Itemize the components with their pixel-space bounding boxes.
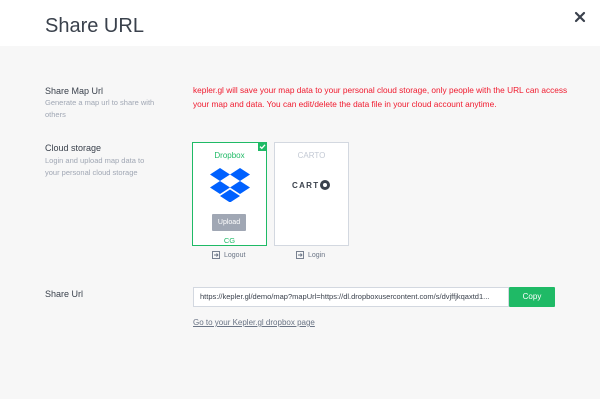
checkmark-icon: [258, 142, 267, 151]
privacy-warning: kepler.gl will save your map data to you…: [193, 85, 568, 109]
logout-icon: [212, 251, 220, 260]
login-icon: [296, 251, 304, 260]
close-icon[interactable]: [573, 10, 587, 24]
carto-logo-text: CART: [292, 181, 320, 190]
logout-label: Logout: [224, 252, 246, 259]
cloud-storage-description: Login and upload map data to your person…: [45, 156, 145, 177]
modal-header: Share URL: [0, 0, 600, 46]
upload-button[interactable]: Upload: [212, 214, 246, 231]
modal-title: Share URL: [45, 15, 144, 37]
provider-dropbox[interactable]: Dropbox Upload CG: [192, 142, 267, 246]
user-initials: CG: [223, 236, 236, 245]
provider-name: CARTO: [297, 151, 326, 160]
share-map-url-label: Share Map Url: [45, 86, 104, 96]
share-url-label: Share Url: [45, 289, 84, 299]
cloud-storage-label: Cloud storage: [45, 143, 102, 153]
login-label: Login: [308, 252, 326, 259]
dropbox-page-link[interactable]: Go to your Kepler.gl dropbox page: [193, 318, 315, 327]
share-url-input[interactable]: https://kepler.gl/demo/map?mapUrl=https:…: [193, 287, 509, 307]
logout-button[interactable]: Logout: [212, 251, 245, 261]
share-map-url-description: Generate a map url to share with others: [45, 98, 155, 119]
share-url-modal: Share URL Share Map Url Generate a map u…: [0, 0, 600, 399]
dropbox-icon: [210, 168, 250, 207]
provider-name: Dropbox: [214, 151, 245, 160]
carto-dot-icon: [320, 179, 331, 190]
copy-button[interactable]: Copy: [509, 287, 555, 307]
provider-carto[interactable]: CARTO CART: [274, 142, 349, 246]
carto-logo: CART: [292, 179, 331, 190]
login-button[interactable]: Login: [296, 251, 325, 261]
